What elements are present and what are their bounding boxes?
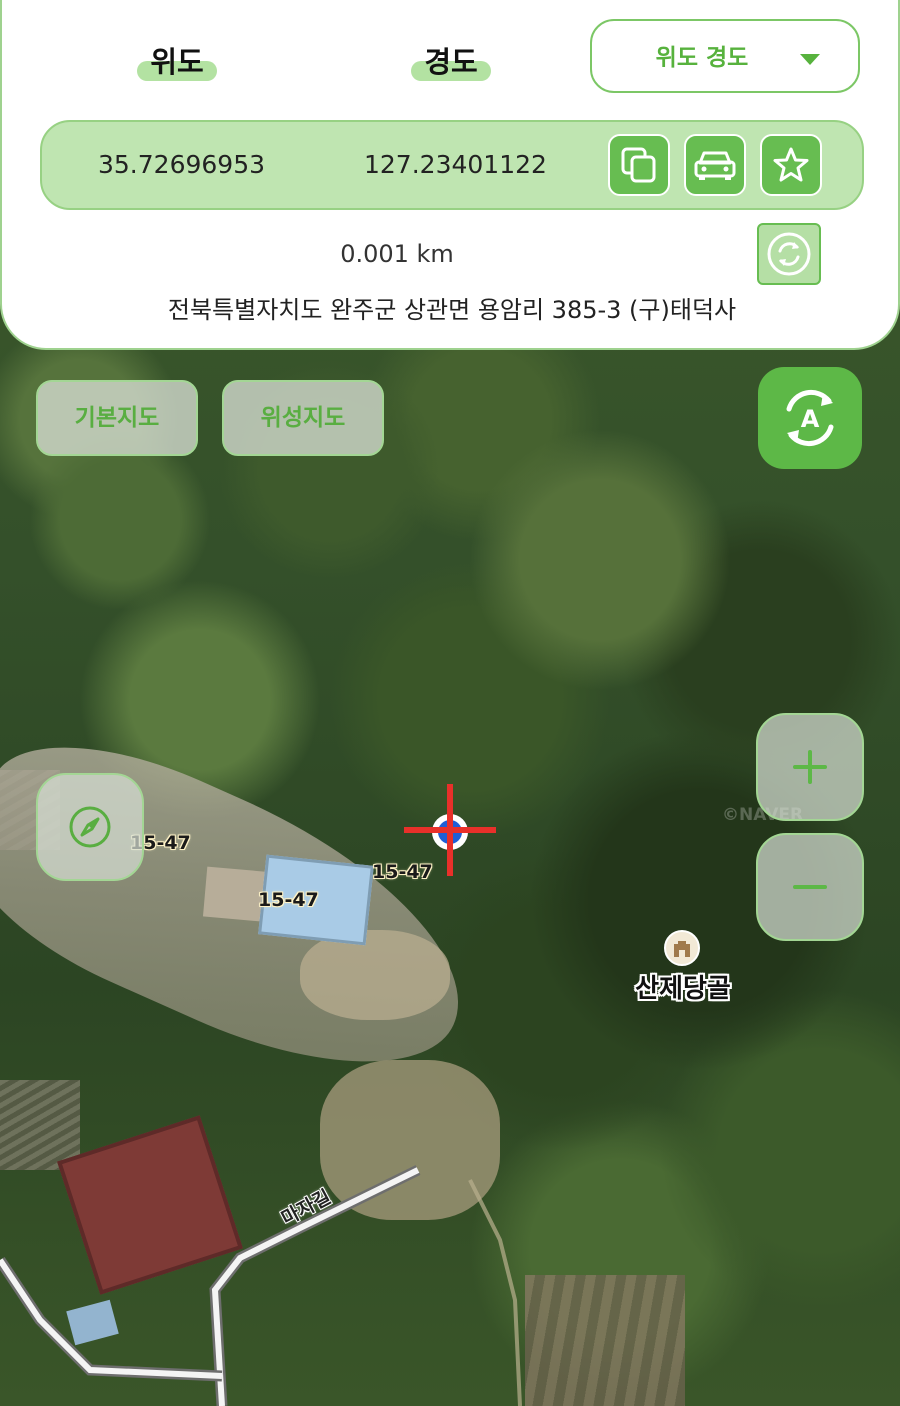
basic-map-button[interactable]: 기본지도	[36, 380, 198, 456]
latitude-value[interactable]: 35.72696953	[98, 122, 265, 208]
copy-icon	[621, 147, 656, 183]
gate-icon	[674, 941, 690, 957]
coordinate-panel: 위도 경도 위도 경도 35.72696953 127.23401122 0.0…	[0, 0, 900, 350]
latitude-label: 위도	[137, 44, 217, 81]
copy-button[interactable]	[608, 134, 670, 196]
longitude-label: 경도	[411, 44, 491, 81]
zoom-in-button[interactable]	[756, 713, 864, 821]
compass-button[interactable]	[36, 773, 144, 881]
crosshair-icon	[404, 784, 496, 876]
refresh-icon	[767, 232, 811, 276]
format-select-value: 위도 경도	[655, 45, 749, 71]
coordinate-format-select[interactable]: 위도 경도	[590, 19, 860, 93]
poi-label[interactable]: 산제당골	[610, 968, 756, 1005]
zoom-out-button[interactable]	[756, 833, 864, 941]
compass-icon	[69, 806, 111, 848]
refresh-button[interactable]	[757, 223, 821, 285]
auto-rotate-button[interactable]: A	[758, 367, 862, 469]
favorite-button[interactable]	[760, 134, 822, 196]
star-icon	[773, 147, 809, 182]
auto-letter: A	[801, 405, 820, 433]
coordinate-bar: 35.72696953 127.23401122	[40, 120, 864, 210]
minus-icon	[793, 885, 827, 889]
plus-icon	[793, 750, 827, 784]
address-text: 전북특별자치도 완주군 상관면 용암리 385-3 (구)태덕사	[167, 296, 737, 324]
poi-marker-icon[interactable]	[664, 930, 700, 966]
navigate-button[interactable]	[684, 134, 746, 196]
car-icon	[694, 151, 736, 180]
satellite-map-button[interactable]: 위성지도	[222, 380, 384, 456]
parcel-label: 15-47	[258, 889, 319, 911]
distance-text: 0.001 km	[340, 240, 454, 268]
chevron-down-icon	[800, 54, 820, 65]
longitude-value[interactable]: 127.23401122	[364, 122, 547, 208]
auto-rotate-icon: A	[786, 389, 834, 447]
